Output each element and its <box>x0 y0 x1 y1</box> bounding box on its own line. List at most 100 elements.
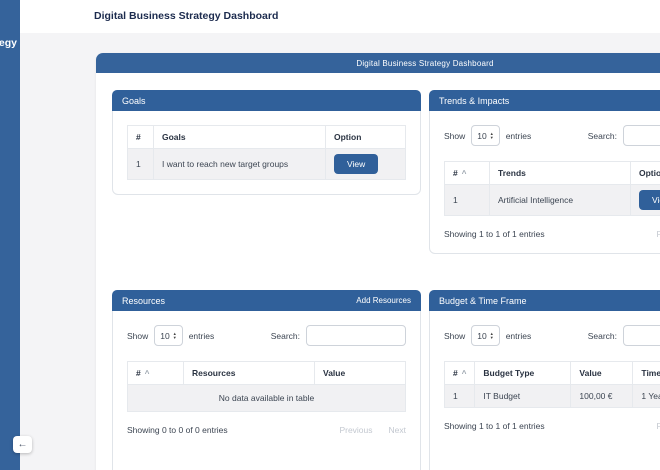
budget-column-num[interactable]: #^ <box>445 362 475 385</box>
trends-column-trends[interactable]: Trends <box>490 162 631 185</box>
trends-table-header-row: #^ Trends Option <box>445 162 660 185</box>
budget-previous-button[interactable]: Previous <box>656 421 660 431</box>
resources-show-label: Show <box>127 331 148 341</box>
resources-panel-header: Resources Add Resources <box>112 290 421 311</box>
select-spinner-icon: ▲▼ <box>490 332 494 340</box>
goals-table: # Goals Option 1 I want to reach new tar… <box>127 125 406 180</box>
trends-table-row: 1 Artificial Intelligence View <box>445 185 660 216</box>
budget-cell-type: IT Budget <box>475 385 571 408</box>
resources-previous-button[interactable]: Previous <box>339 425 372 435</box>
trends-table: #^ Trends Option 1 Artificial Intelligen… <box>444 161 660 216</box>
goals-panel-header: Goals <box>112 90 421 111</box>
budget-entries-label: entries <box>506 331 532 341</box>
trends-previous-button[interactable]: Previous <box>656 229 660 239</box>
trends-status-text: Showing 1 to 1 of 1 entries <box>444 229 545 239</box>
budget-table-row: 1 IT Budget 100,00 € 1 Years <box>445 385 660 408</box>
budget-column-type[interactable]: Budget Type <box>475 362 571 385</box>
resources-table-header-row: #^ Resources Value <box>128 362 406 385</box>
budget-search-label: Search: <box>588 331 617 341</box>
trends-column-option: Option <box>631 162 660 185</box>
back-button[interactable]: ← <box>13 436 32 453</box>
goals-cell-num: 1 <box>128 149 154 180</box>
sort-asc-icon: ^ <box>145 369 150 378</box>
resources-footer: Showing 0 to 0 of 0 entries Previous Nex… <box>127 425 406 435</box>
trends-search-label: Search: <box>588 131 617 141</box>
resources-next-button[interactable]: Next <box>389 425 406 435</box>
resources-search-input[interactable] <box>306 325 406 346</box>
dashboard-card: Digital Business Strategy Dashboard Goal… <box>96 53 660 470</box>
resources-search-label: Search: <box>271 331 300 341</box>
select-spinner-icon: ▲▼ <box>173 332 177 340</box>
trends-pagination: Previous Next <box>656 229 660 239</box>
resources-column-resources[interactable]: Resources <box>184 362 315 385</box>
resources-panel-body: Show 10 ▲▼ entries Search: <box>113 311 420 470</box>
budget-cell-timeframe: 1 Years <box>633 385 660 408</box>
trends-view-button[interactable]: View <box>639 190 660 210</box>
budget-cell-num: 1 <box>445 385 475 408</box>
resources-empty-text: No data available in table <box>128 385 406 412</box>
budget-table: #^ Budget Type Value Time Frame 1 IT Bud… <box>444 361 660 408</box>
goals-column-goals: Goals <box>154 126 326 149</box>
trends-panel: Trends & Impacts Show 10 ▲▼ entries <box>429 90 660 254</box>
trends-column-num[interactable]: #^ <box>445 162 490 185</box>
budget-page-size-select[interactable]: 10 ▲▼ <box>471 325 499 346</box>
goals-table-header-row: # Goals Option <box>128 126 406 149</box>
budget-panel-header: Budget & Time Frame <box>429 290 660 311</box>
trends-cell-num: 1 <box>445 185 490 216</box>
goals-column-num: # <box>128 126 154 149</box>
goals-cell-text: I want to reach new target groups <box>154 149 326 180</box>
trends-controls: Show 10 ▲▼ entries Search: <box>444 125 660 146</box>
goals-column-option: Option <box>326 126 406 149</box>
resources-column-num[interactable]: #^ <box>128 362 184 385</box>
back-arrow-icon: ← <box>18 440 28 450</box>
trends-search-input[interactable] <box>623 125 660 146</box>
budget-panel-body: Show 10 ▲▼ entries Search: <box>430 311 660 470</box>
goals-panel-body: # Goals Option 1 I want to reach new tar… <box>113 111 420 194</box>
resources-page-size-select[interactable]: 10 ▲▼ <box>154 325 182 346</box>
budget-column-value[interactable]: Value <box>571 362 633 385</box>
add-resources-link[interactable]: Add Resources <box>356 296 411 305</box>
trends-footer: Showing 1 to 1 of 1 entries Previous Nex… <box>444 229 660 239</box>
sort-asc-icon: ^ <box>462 369 467 378</box>
trends-show-label: Show <box>444 131 465 141</box>
goals-table-row: 1 I want to reach new target groups View <box>128 149 406 180</box>
page-title: Digital Business Strategy Dashboard <box>20 0 660 33</box>
resources-panel: Resources Add Resources Show 10 ▲▼ entri… <box>112 290 421 470</box>
dashboard-grid: Goals # Goals Option 1 <box>96 73 660 470</box>
budget-pagination: Previous Next <box>656 421 660 431</box>
goals-panel: Goals # Goals Option 1 <box>112 90 421 195</box>
topbar: Digital Business Strategy Dashboard <box>20 0 660 33</box>
trends-cell-text: Artificial Intelligence <box>490 185 631 216</box>
budget-panel: Budget & Time Frame Show 10 ▲▼ entries <box>429 290 660 470</box>
budget-search-input[interactable] <box>623 325 660 346</box>
resources-empty-row: No data available in table <box>128 385 406 412</box>
goals-view-button[interactable]: View <box>334 154 378 174</box>
select-spinner-icon: ▲▼ <box>490 132 494 140</box>
resources-status-text: Showing 0 to 0 of 0 entries <box>127 425 228 435</box>
trends-panel-body: Show 10 ▲▼ entries Search: <box>430 111 660 253</box>
goals-panel-title: Goals <box>122 96 146 106</box>
resources-entries-label: entries <box>189 331 215 341</box>
trends-panel-title: Trends & Impacts <box>439 96 509 106</box>
sort-asc-icon: ^ <box>462 169 467 178</box>
sidebar: egy <box>0 0 20 470</box>
budget-panel-title: Budget & Time Frame <box>439 296 527 306</box>
resources-controls: Show 10 ▲▼ entries Search: <box>127 325 406 346</box>
resources-pagination: Previous Next <box>339 425 406 435</box>
budget-show-label: Show <box>444 331 465 341</box>
resources-panel-title: Resources <box>122 296 165 306</box>
budget-column-timeframe[interactable]: Time Frame <box>633 362 660 385</box>
trends-page-size-select[interactable]: 10 ▲▼ <box>471 125 499 146</box>
budget-controls: Show 10 ▲▼ entries Search: <box>444 325 660 346</box>
budget-footer: Showing 1 to 1 of 1 entries Previous Nex… <box>444 421 660 431</box>
dashboard-card-title: Digital Business Strategy Dashboard <box>356 59 493 68</box>
trends-entries-label: entries <box>506 131 532 141</box>
budget-table-header-row: #^ Budget Type Value Time Frame <box>445 362 660 385</box>
app: egy Digital Business Strategy Dashboard … <box>0 0 660 470</box>
resources-table: #^ Resources Value No data available in … <box>127 361 406 412</box>
budget-cell-value: 100,00 € <box>571 385 633 408</box>
resources-column-value[interactable]: Value <box>315 362 406 385</box>
dashboard-card-titlebar: Digital Business Strategy Dashboard <box>96 53 660 73</box>
sidebar-brand-text: egy <box>0 37 17 49</box>
trends-panel-header: Trends & Impacts <box>429 90 660 111</box>
